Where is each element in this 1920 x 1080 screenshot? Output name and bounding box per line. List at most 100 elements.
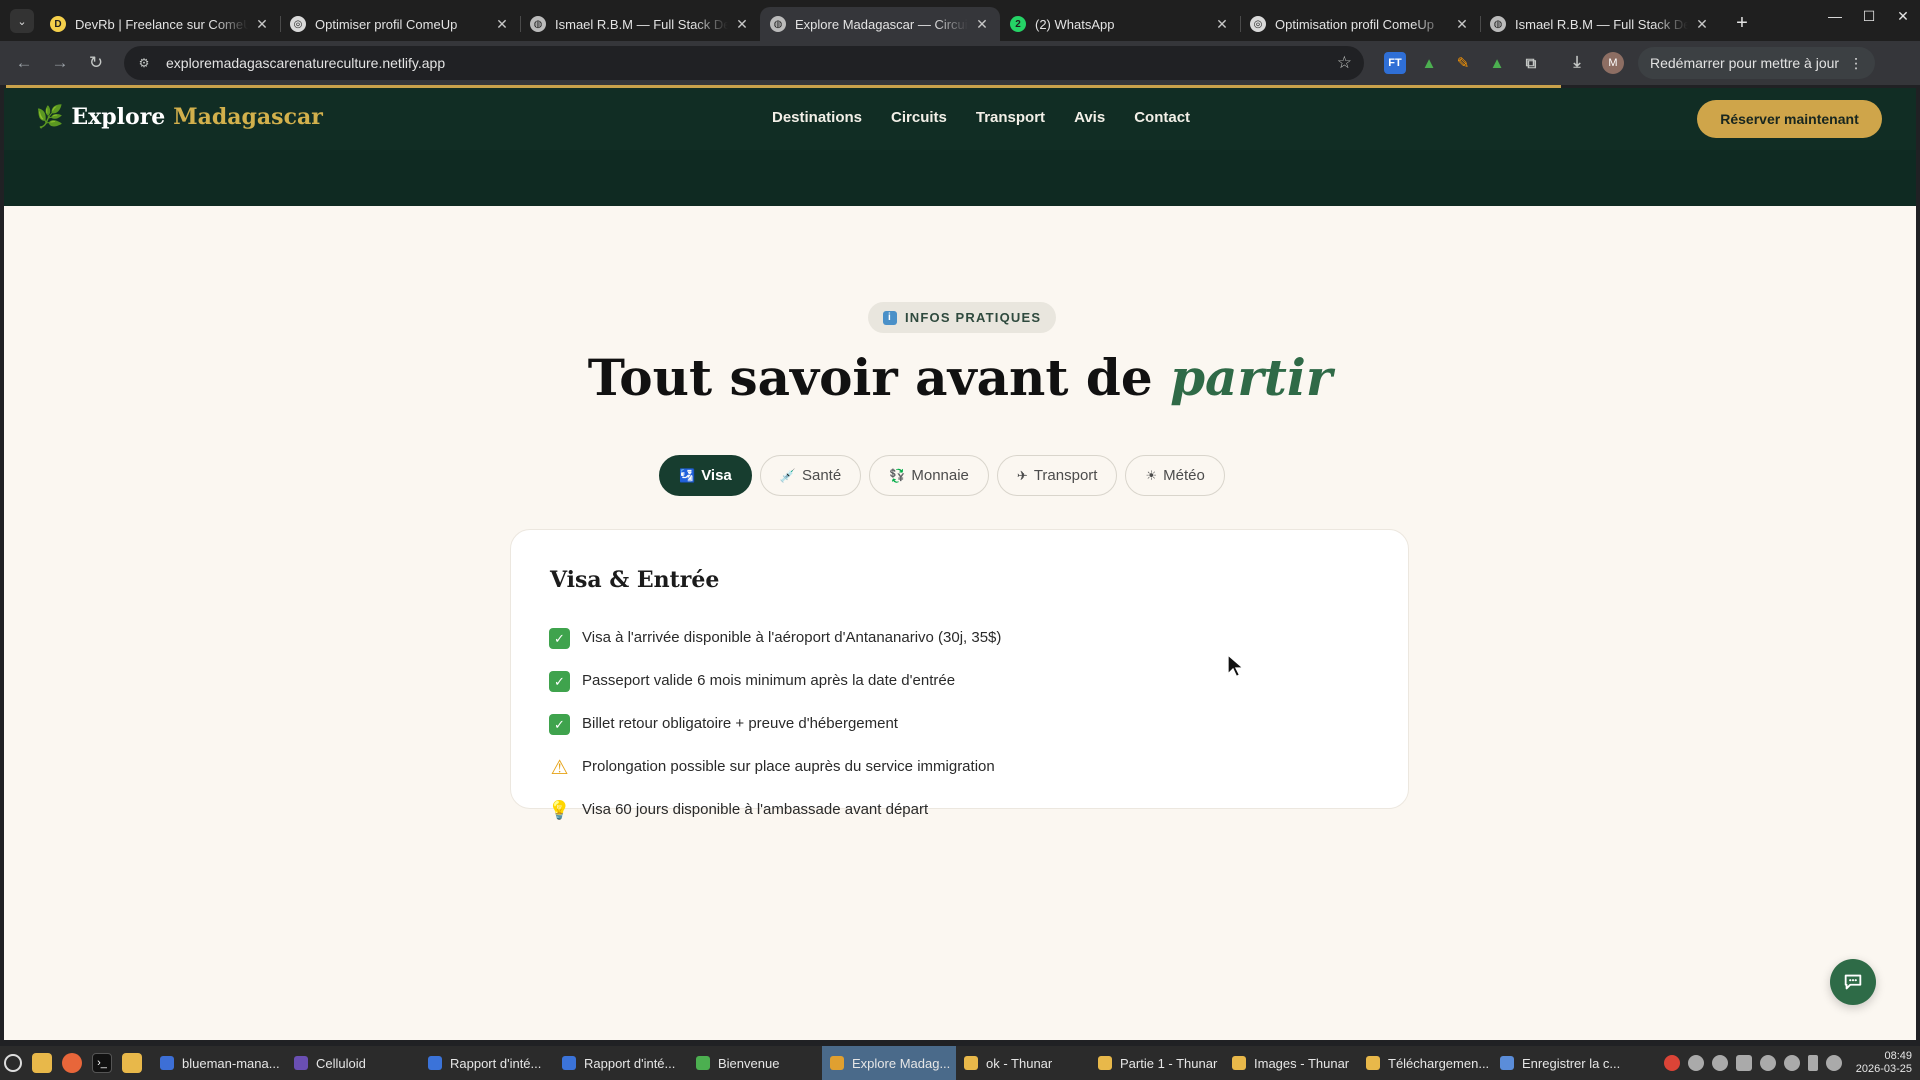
taskbar-window-label: Celluloid bbox=[316, 1055, 366, 1071]
terminal-icon[interactable]: ›_ bbox=[92, 1053, 112, 1073]
update-button[interactable]: Redémarrer pour mettre à jour ⋮ bbox=[1638, 47, 1876, 79]
browser-tab[interactable]: ◍ Explore Madagascar — Circuits ✕ bbox=[760, 7, 1000, 41]
file-manager-icon[interactable] bbox=[32, 1053, 52, 1073]
nav-link-destinations[interactable]: Destinations bbox=[772, 109, 862, 126]
mouse-cursor-icon bbox=[1227, 654, 1245, 678]
system-tray: 08:49 2026-03-25 bbox=[1663, 1046, 1912, 1080]
taskbar-window[interactable]: Téléchargemen... bbox=[1358, 1046, 1492, 1080]
extensions-area: FT ▲ ✎ ▲ ⧉ ⤓ bbox=[1384, 52, 1588, 74]
site-logo[interactable]: 🌿 Explore Madagascar bbox=[36, 104, 323, 130]
taskbar-window[interactable]: Enregistrer la c... bbox=[1492, 1046, 1626, 1080]
profile-avatar[interactable]: M bbox=[1602, 52, 1624, 74]
tab-météo[interactable]: ☀ Météo bbox=[1125, 455, 1225, 496]
extension-mountain-icon[interactable]: ▲ bbox=[1418, 52, 1440, 74]
back-icon[interactable]: ← bbox=[10, 49, 38, 77]
kebab-menu-icon[interactable]: ⋮ bbox=[1849, 55, 1863, 72]
clock-time: 08:49 bbox=[1884, 1050, 1912, 1062]
bookmark-star-icon[interactable]: ☆ bbox=[1337, 53, 1352, 73]
taskbar-window[interactable]: Rapport d'inté... bbox=[554, 1046, 688, 1080]
taskbar-window[interactable]: Partie 1 - Thunar bbox=[1090, 1046, 1224, 1080]
chrome-tray-icon[interactable] bbox=[1663, 1055, 1680, 1071]
volume-icon[interactable] bbox=[1825, 1055, 1842, 1071]
tab-santé-icon: 💉 bbox=[779, 467, 796, 483]
tab-strip: D DevRb | Freelance sur ComeUp ✕ ◎ Optimiser… bbox=[40, 7, 1720, 41]
nav-link-contact[interactable]: Contact bbox=[1134, 109, 1190, 126]
new-tab-button[interactable]: + bbox=[1728, 9, 1756, 37]
app-menu-icon[interactable] bbox=[4, 1054, 22, 1072]
chat-bubble-button[interactable] bbox=[1830, 959, 1876, 1005]
check-icon: ✓ bbox=[549, 714, 570, 735]
close-window-icon[interactable]: ✕ bbox=[1896, 8, 1910, 25]
taskbar-window[interactable]: Rapport d'inté... bbox=[420, 1046, 554, 1080]
extensions-puzzle-icon[interactable]: ⧉ bbox=[1520, 52, 1542, 74]
firefox-icon[interactable] bbox=[62, 1053, 82, 1073]
tab-label: Monnaie bbox=[911, 467, 969, 484]
browser-tab[interactable]: ◍ Ismael R.B.M — Full Stack Developer ✕ bbox=[1480, 7, 1720, 41]
browser-tab[interactable]: ◎ Optimisation profil ComeUp ✕ bbox=[1240, 7, 1480, 41]
update-label: Redémarrer pour mettre à jour bbox=[1650, 55, 1840, 71]
taskbar-windows: blueman-mana... Celluloid Rapport d'inté..… bbox=[152, 1046, 1626, 1080]
book-now-button[interactable]: Réserver maintenant bbox=[1697, 100, 1882, 138]
list-item: ✓ Billet retour obligatoire + preuve d'hé… bbox=[549, 714, 1001, 757]
browser-tab[interactable]: D DevRb | Freelance sur ComeUp ✕ bbox=[40, 7, 280, 41]
taskbar-window[interactable]: blueman-mana... bbox=[152, 1046, 286, 1080]
notifications-off-icon[interactable] bbox=[1711, 1055, 1728, 1071]
tab-visa[interactable]: 🛂 Visa bbox=[659, 455, 752, 496]
tab-label: Santé bbox=[801, 467, 842, 484]
downloads-icon[interactable]: ⤓ bbox=[1566, 52, 1588, 74]
tab-search-button[interactable]: ⌄ bbox=[10, 9, 34, 33]
tab-close-icon[interactable]: ✕ bbox=[1214, 16, 1230, 33]
browser-tab[interactable]: ◎ Optimiser profil ComeUp ✕ bbox=[280, 7, 520, 41]
clock[interactable]: 08:49 2026-03-25 bbox=[1856, 1050, 1912, 1076]
taskbar-window[interactable]: Bienvenue bbox=[688, 1046, 822, 1080]
battery-icon[interactable] bbox=[1807, 1055, 1818, 1071]
tab-close-icon[interactable]: ✕ bbox=[1694, 16, 1710, 33]
taskbar-window-label: Rapport d'inté... bbox=[450, 1055, 542, 1071]
tab-close-icon[interactable]: ✕ bbox=[974, 16, 990, 33]
minimize-icon[interactable]: — bbox=[1828, 8, 1842, 25]
tab-santé[interactable]: 💉 Santé bbox=[759, 455, 862, 496]
taskbar-window[interactable]: Explore Madag... bbox=[822, 1046, 956, 1080]
bluetooth-icon[interactable] bbox=[1687, 1055, 1704, 1071]
extension-mountain-alt-icon[interactable]: ▲ bbox=[1486, 52, 1508, 74]
taskbar-window-label: Explore Madag... bbox=[852, 1055, 951, 1071]
reload-icon[interactable]: ↻ bbox=[82, 49, 110, 77]
shield-icon[interactable] bbox=[1759, 1055, 1776, 1071]
tab-title: (2) WhatsApp bbox=[1035, 16, 1115, 32]
taskbar-launchers: ›_ bbox=[4, 1053, 142, 1073]
address-bar[interactable]: ⚙ exploremadagascarenatureculture.netlif… bbox=[124, 46, 1364, 80]
site-info-icon[interactable]: ⚙ bbox=[136, 55, 152, 71]
tab-close-icon[interactable]: ✕ bbox=[254, 16, 270, 33]
tab-title: Optimisation profil ComeUp bbox=[1275, 16, 1434, 32]
extension-pen-icon[interactable]: ✎ bbox=[1452, 52, 1474, 74]
browser-tab[interactable]: 2 (2) WhatsApp ✕ bbox=[1000, 7, 1240, 41]
tab-close-icon[interactable]: ✕ bbox=[494, 16, 510, 33]
tab-close-icon[interactable]: ✕ bbox=[734, 16, 750, 33]
nav-link-transport[interactable]: Transport bbox=[976, 109, 1045, 126]
info-icon: i bbox=[883, 310, 897, 325]
taskbar-window-label: Images - Thunar bbox=[1254, 1055, 1350, 1071]
taskbar-window[interactable]: ok - Thunar bbox=[956, 1046, 1090, 1080]
wifi-icon[interactable] bbox=[1783, 1055, 1800, 1071]
extension-ft-icon[interactable]: FT bbox=[1384, 52, 1406, 74]
folder-icon[interactable] bbox=[122, 1053, 142, 1073]
logo-accent-text: Madagascar bbox=[173, 104, 323, 130]
forward-icon[interactable]: → bbox=[46, 49, 74, 77]
taskbar-window[interactable]: Images - Thunar bbox=[1224, 1046, 1358, 1080]
clipboard-icon[interactable] bbox=[1735, 1055, 1752, 1071]
tab-transport[interactable]: ✈ Transport bbox=[996, 455, 1118, 496]
list-item-text: Prolongation possible sur place auprès d… bbox=[582, 758, 995, 775]
browser-tab[interactable]: ◍ Ismael R.B.M — Full Stack Developer ✕ bbox=[520, 7, 760, 41]
tab-close-icon[interactable]: ✕ bbox=[1454, 16, 1470, 33]
site-navbar: 🌿 Explore Madagascar Destinations Circuit… bbox=[4, 88, 1916, 150]
section-title-main: Tout savoir avant de bbox=[587, 348, 1153, 407]
taskbar-window[interactable]: Celluloid bbox=[286, 1046, 420, 1080]
tab-monnaie[interactable]: 💱 Monnaie bbox=[869, 455, 989, 496]
check-icon: ✓ bbox=[549, 628, 570, 649]
site-nav-links: Destinations Circuits Transport Avis Contact bbox=[772, 109, 1190, 126]
tab-favicon-icon: ◍ bbox=[530, 16, 546, 32]
nav-link-avis[interactable]: Avis bbox=[1074, 109, 1105, 126]
nav-link-circuits[interactable]: Circuits bbox=[891, 109, 947, 126]
maximize-icon[interactable]: ☐ bbox=[1862, 8, 1876, 25]
window-app-icon bbox=[428, 1056, 442, 1070]
